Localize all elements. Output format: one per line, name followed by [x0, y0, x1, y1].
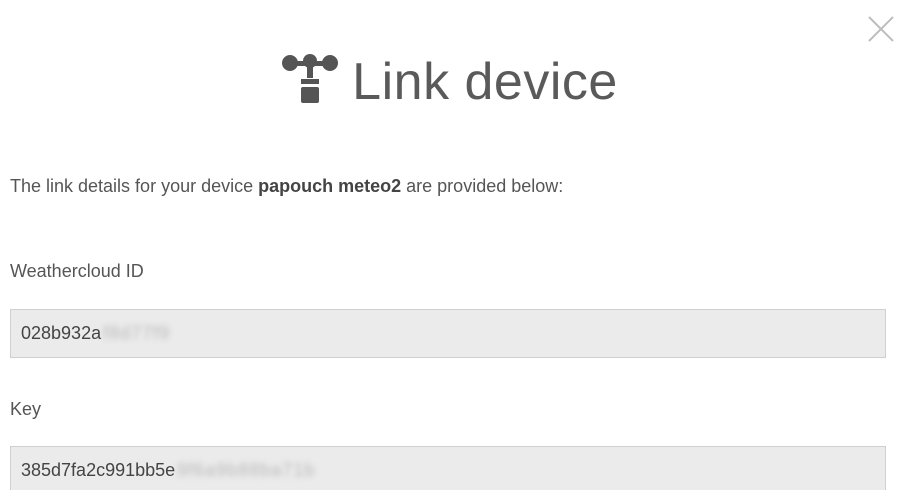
- key-label: Key: [10, 399, 42, 419]
- weathercloud-id-field[interactable]: 028b932a f8d77f9: [10, 309, 886, 358]
- dialog-title: Link device: [352, 53, 618, 111]
- device-name: papouch meteo2: [258, 176, 402, 196]
- close-button[interactable]: [866, 14, 896, 44]
- anemometer-icon: [280, 54, 340, 108]
- weathercloud-id-label: Weathercloud ID: [10, 261, 144, 281]
- dialog-header: Link device: [0, 52, 898, 112]
- key-field[interactable]: 385d7fa2c991bb5e 9f6a9b88ba71b: [10, 446, 886, 490]
- weathercloud-id-value: 028b932a: [21, 323, 102, 343]
- key-value: 385d7fa2c991bb5e: [21, 460, 176, 480]
- key-obscured: 9f6a9b88ba71b: [177, 460, 316, 480]
- link-description: The link details for your device papouch…: [10, 174, 563, 198]
- weathercloud-id-obscured: f8d77f9: [103, 323, 171, 343]
- description-suffix: are provided below:: [401, 176, 564, 196]
- description-prefix: The link details for your device: [10, 176, 259, 196]
- close-icon[interactable]: [866, 14, 896, 44]
- link-device-dialog: Link device The link details for your de…: [0, 0, 898, 490]
